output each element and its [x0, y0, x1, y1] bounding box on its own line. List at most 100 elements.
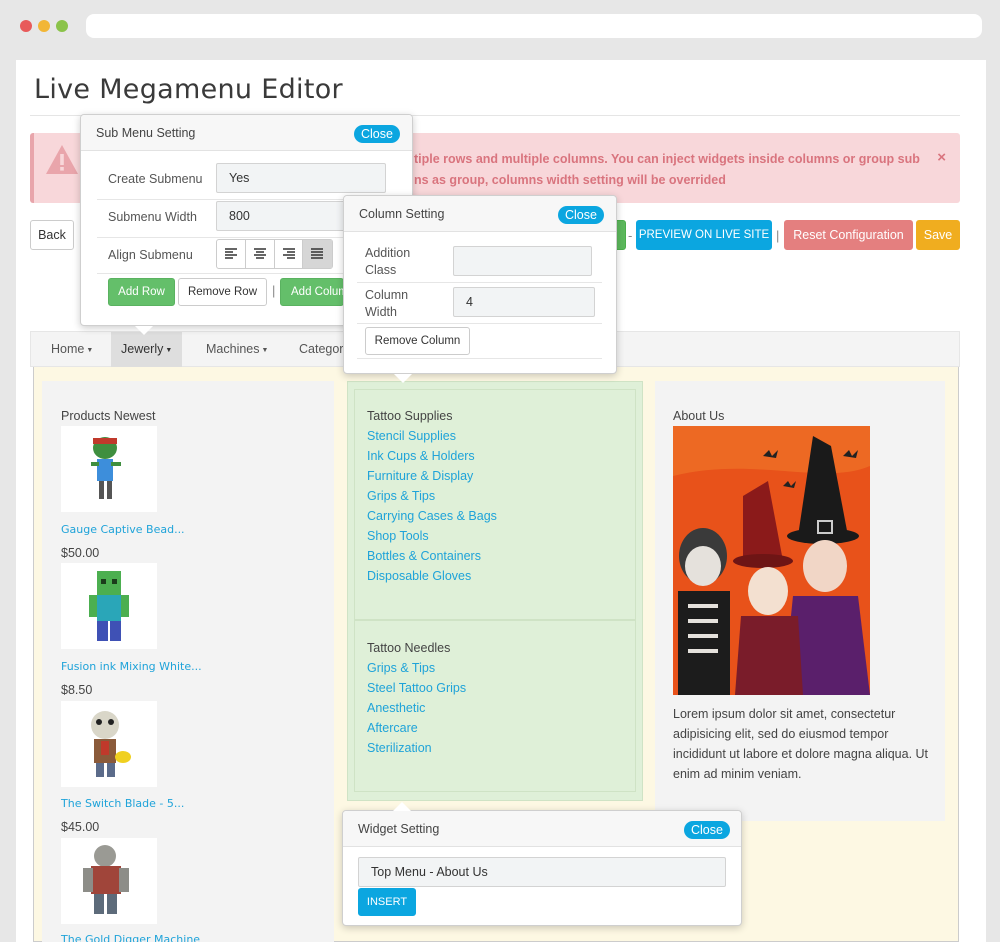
- link-group-box[interactable]: [354, 389, 636, 620]
- align-center-button[interactable]: [246, 240, 275, 268]
- preview-live-button[interactable]: PREVIEW ON LIVE SITE: [636, 220, 772, 250]
- product-name-link[interactable]: The Switch Blade - 5...: [61, 797, 184, 810]
- nav-item-label: Categor: [299, 342, 344, 356]
- menu-link[interactable]: Anesthetic: [367, 701, 425, 715]
- align-left-button[interactable]: [217, 240, 246, 268]
- menu-link[interactable]: Stencil Supplies: [367, 429, 456, 443]
- browser-chrome: [0, 0, 1000, 52]
- remove-column-button[interactable]: Remove Column: [365, 327, 470, 355]
- window-minimize-dot[interactable]: [38, 20, 50, 32]
- caret-down-icon: ▼: [261, 347, 269, 354]
- minecraft-toy-icon: [89, 571, 129, 641]
- menu-link[interactable]: Steel Tattoo Grips: [367, 681, 466, 695]
- back-button[interactable]: Back: [30, 220, 74, 250]
- insert-widget-button[interactable]: INSERT: [358, 888, 416, 916]
- menu-link[interactable]: Grips & Tips: [367, 489, 435, 503]
- close-button[interactable]: Close: [684, 821, 730, 839]
- products-heading: Products Newest: [61, 409, 156, 423]
- nav-item-label: Home: [51, 342, 85, 356]
- window-close-dot[interactable]: [20, 20, 32, 32]
- popover-header: Column Setting Close: [344, 196, 616, 232]
- align-justify-icon: [311, 248, 324, 259]
- about-description: Lorem ipsum dolor sit amet, consectetur …: [673, 707, 929, 781]
- product-image[interactable]: [61, 701, 157, 787]
- menu-link[interactable]: Grips & Tips: [367, 661, 435, 675]
- menu-link[interactable]: Bottles & Containers: [367, 549, 481, 563]
- menu-link[interactable]: Shop Tools: [367, 529, 429, 543]
- align-right-icon: [282, 248, 295, 259]
- popover-arrow: [393, 802, 411, 811]
- add-column-button[interactable]: Add Column: [280, 278, 344, 306]
- menu-link[interactable]: Disposable Gloves: [367, 569, 471, 583]
- toolbar-dash: -: [628, 228, 633, 243]
- warning-icon: [46, 145, 78, 174]
- product-price: $45.00: [61, 820, 100, 834]
- align-submenu-label: Align Submenu: [108, 248, 193, 262]
- nav-item-label: Machines: [206, 342, 260, 356]
- product-name-link[interactable]: Fusion ink Mixing White...: [61, 660, 202, 673]
- close-button[interactable]: Close: [558, 206, 604, 224]
- menu-link[interactable]: Furniture & Display: [367, 469, 473, 483]
- menu-link[interactable]: Aftercare: [367, 721, 418, 735]
- addition-class-input[interactable]: [453, 246, 592, 276]
- about-image: [673, 426, 870, 695]
- gargantuar-toy-icon: [83, 845, 129, 914]
- product-image[interactable]: [61, 838, 157, 924]
- submenu-width-input[interactable]: 800: [216, 201, 346, 231]
- caret-down-icon: ▼: [165, 347, 173, 354]
- zombie-toy-icon: [91, 437, 121, 499]
- address-bar[interactable]: [86, 14, 982, 38]
- nav-item-jewerly[interactable]: Jewerly ▼: [111, 332, 183, 367]
- product-price: $8.50: [61, 683, 93, 697]
- product-price: $50.00: [61, 546, 100, 560]
- reset-configuration-button[interactable]: Reset Configuration: [784, 220, 913, 250]
- align-right-button[interactable]: [275, 240, 304, 268]
- menu-link[interactable]: Carrying Cases & Bags: [367, 509, 497, 523]
- menu-link[interactable]: Ink Cups & Holders: [367, 449, 475, 463]
- tattoo-needles-heading: Tattoo Needles: [367, 641, 451, 655]
- widget-select[interactable]: Top Menu - About Us: [358, 857, 726, 887]
- toolbar-pipe: |: [776, 228, 780, 243]
- about-heading: About Us: [673, 409, 725, 423]
- popover-title: Widget Setting: [358, 822, 440, 836]
- create-submenu-select[interactable]: Yes: [216, 163, 386, 193]
- remove-row-button[interactable]: Remove Row: [178, 278, 267, 306]
- page-title: Live Megamenu Editor: [34, 74, 343, 105]
- popover-arrow: [135, 326, 153, 335]
- align-justify-button[interactable]: [303, 240, 332, 268]
- row-divider: [97, 237, 343, 238]
- create-submenu-label: Create Submenu: [108, 172, 203, 186]
- row-divider: [357, 282, 602, 283]
- plush-zombie-icon: [91, 711, 131, 777]
- align-center-icon: [253, 248, 266, 259]
- popover-arrow: [394, 374, 412, 383]
- product-image[interactable]: [61, 563, 157, 649]
- window-maximize-dot[interactable]: [56, 20, 68, 32]
- row-divider: [357, 358, 602, 359]
- submenu-width-label: Submenu Width: [108, 210, 197, 224]
- popover-title: Column Setting: [359, 207, 445, 221]
- halloween-kids-photo: [673, 426, 870, 695]
- save-button[interactable]: Save: [916, 220, 960, 250]
- row-divider: [97, 273, 343, 274]
- nav-item-home[interactable]: Home ▼: [41, 332, 103, 367]
- popover-title: Sub Menu Setting: [96, 126, 196, 140]
- menu-link[interactable]: Sterilization: [367, 741, 432, 755]
- nav-item-label: Jewerly: [121, 342, 164, 356]
- nav-item-machines[interactable]: Machines ▼: [196, 332, 278, 367]
- product-name-link[interactable]: The Gold Digger Machine: [61, 933, 200, 942]
- column-width-input[interactable]: 4: [453, 287, 595, 317]
- column-width-label: Column Width: [365, 288, 409, 319]
- popover-header: Widget Setting Close: [343, 811, 741, 847]
- add-row-button[interactable]: Add Row: [108, 278, 175, 306]
- product-image[interactable]: [61, 426, 157, 512]
- close-button[interactable]: Close: [354, 125, 400, 143]
- alert-message: tiple rows and multiple columns. You can…: [414, 152, 920, 187]
- alert-close-icon[interactable]: ×: [937, 149, 946, 166]
- tattoo-supplies-heading: Tattoo Supplies: [367, 409, 453, 423]
- popover-header: Sub Menu Setting Close: [81, 115, 412, 151]
- caret-down-icon: ▼: [86, 347, 94, 354]
- product-name-link[interactable]: Gauge Captive Bead...: [61, 523, 185, 536]
- align-left-icon: [225, 248, 237, 259]
- row-divider: [357, 323, 602, 324]
